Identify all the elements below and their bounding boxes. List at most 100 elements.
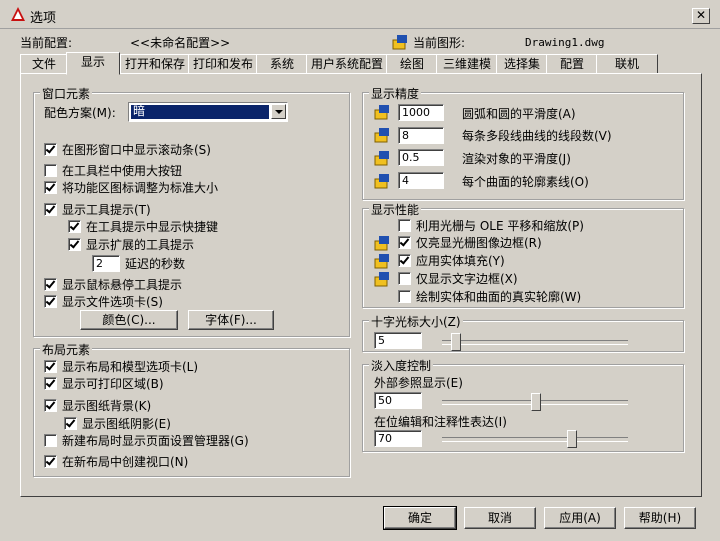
inplace-fade-slider-thumb[interactable] [566, 430, 577, 448]
window-title: 选项 [30, 11, 57, 26]
tab-system[interactable]: 系统 [256, 54, 308, 74]
checkbox-label: 利用光栅与 OLE 平移和缩放(P) [416, 218, 584, 233]
help-button[interactable]: 帮助(H) [624, 507, 696, 529]
drawing-saved-icon [374, 272, 389, 287]
checkbox-row[interactable]: 在图形窗口中显示滚动条(S) [44, 141, 211, 157]
fade-control-title: 淡入度控制 [369, 357, 434, 374]
crosshair-slider-track[interactable] [442, 340, 628, 345]
xref-fade-slider-thumb[interactable] [531, 393, 541, 411]
cancel-button[interactable]: 取消 [464, 507, 536, 529]
tab-profiles[interactable]: 配置 [546, 54, 598, 74]
current-profile-label: 当前配置: [20, 36, 73, 50]
tab-selection[interactable]: 选择集 [496, 54, 548, 74]
checkbox[interactable] [44, 433, 57, 447]
tab-plot-publish[interactable]: 打印和发布 [188, 54, 258, 74]
checkbox[interactable] [44, 398, 57, 412]
tab-display[interactable]: 显示 [66, 52, 120, 75]
ok-button[interactable]: 确定 [383, 506, 457, 530]
layout-elements-title: 布局元素 [40, 341, 93, 358]
contour-lines-input[interactable]: 4 [398, 172, 444, 189]
checkbox-row[interactable]: 仅显示文字边框(X) [398, 270, 518, 286]
checkbox-label: 显示图纸阴影(E) [82, 416, 171, 431]
current-drawing-label: 当前图形: [413, 36, 466, 50]
checkbox[interactable] [44, 359, 57, 373]
checkbox[interactable] [64, 416, 77, 430]
tab-files[interactable]: 文件 [20, 54, 68, 74]
checkbox-row[interactable]: 应用实体填充(Y) [398, 252, 505, 268]
checkbox-row[interactable]: 显示图纸阴影(E) [64, 415, 171, 431]
color-scheme-label: 配色方案(M): [44, 106, 116, 120]
checkbox-row[interactable]: 仅亮显光栅图像边框(R) [398, 234, 542, 250]
checkbox[interactable] [398, 218, 411, 232]
checkbox-row[interactable]: 在工具栏中使用大按钮 [44, 162, 182, 178]
checkbox-row[interactable]: 显示鼠标悬停工具提示 [44, 276, 182, 292]
colors-button[interactable]: 颜色(C)... [80, 310, 178, 330]
checkbox-row[interactable]: 在新布局中创建视口(N) [44, 453, 188, 469]
display-resolution-title: 显示精度 [369, 85, 422, 102]
inplace-fade-input[interactable]: 70 [374, 430, 422, 447]
checkbox-row[interactable]: 显示工具提示(T) [44, 201, 151, 217]
arc-smoothness-label: 圆弧和圆的平滑度(A) [462, 107, 576, 121]
contour-lines-label: 每个曲面的轮廓素线(O) [462, 175, 589, 189]
checkbox[interactable] [44, 142, 57, 156]
checkbox-row[interactable]: 将功能区图标调整为标准大小 [44, 179, 218, 195]
checkbox-row[interactable]: 显示可打印区域(B) [44, 375, 164, 391]
checkbox-row[interactable]: 绘制实体和曲面的真实轮廓(W) [398, 288, 581, 304]
checkbox[interactable] [398, 289, 411, 303]
tab-3d-modeling[interactable]: 三维建模 [436, 54, 498, 74]
drawing-saved-icon [374, 128, 389, 143]
color-scheme-select[interactable]: 暗 [128, 102, 288, 122]
checkbox-row[interactable]: 显示布局和模型选项卡(L) [44, 358, 198, 374]
checkbox-label: 在工具栏中使用大按钮 [62, 163, 183, 178]
inplace-fade-slider-track[interactable] [442, 437, 628, 442]
checkbox[interactable] [44, 202, 57, 216]
fonts-button[interactable]: 字体(F)... [188, 310, 274, 330]
current-profile-value: <<未命名配置>> [130, 36, 231, 50]
title-bar: 选项 ✕ [0, 0, 720, 29]
checkbox-label: 在新布局中创建视口(N) [62, 454, 189, 469]
checkbox[interactable] [398, 235, 411, 249]
render-smoothness-label: 渲染对象的平滑度(J) [462, 152, 571, 166]
tab-open-save[interactable]: 打开和保存 [120, 54, 190, 74]
checkbox[interactable] [44, 454, 57, 468]
checkbox[interactable] [398, 253, 411, 267]
polyline-segments-input[interactable]: 8 [398, 127, 444, 144]
render-smoothness-input[interactable]: 0.5 [398, 149, 444, 166]
tab-user-preferences[interactable]: 用户系统配置 [306, 54, 388, 74]
checkbox[interactable] [68, 219, 81, 233]
checkbox[interactable] [68, 237, 81, 251]
checkbox-label: 在图形窗口中显示滚动条(S) [62, 142, 211, 157]
crosshair-slider-thumb[interactable] [450, 333, 461, 351]
tooltip-delay-input[interactable]: 2 [92, 255, 120, 272]
checkbox-row[interactable]: 在工具提示中显示快捷键 [68, 218, 218, 234]
checkbox[interactable] [398, 271, 411, 285]
checkbox-row[interactable]: 显示文件选项卡(S) [44, 293, 163, 309]
checkbox[interactable] [44, 376, 57, 390]
chevron-down-icon[interactable] [271, 104, 286, 119]
tab-online[interactable]: 联机 [596, 54, 658, 74]
checkbox-label: 显示图纸背景(K) [62, 398, 152, 413]
drawing-saved-icon [374, 236, 389, 251]
close-button[interactable]: ✕ [692, 8, 710, 24]
checkbox[interactable] [44, 277, 57, 291]
window-elements-title: 窗口元素 [40, 85, 93, 102]
checkbox-label: 显示工具提示(T) [62, 202, 151, 217]
checkbox-row[interactable]: 新建布局时显示页面设置管理器(G) [44, 432, 249, 448]
arc-smoothness-input[interactable]: 1000 [398, 104, 444, 121]
checkbox-label: 显示扩展的工具提示 [86, 237, 195, 252]
color-scheme-value: 暗 [131, 105, 269, 119]
checkbox-row[interactable]: 显示扩展的工具提示 [68, 236, 194, 252]
checkbox-label: 仅亮显光栅图像边框(R) [416, 235, 542, 250]
crosshair-size-input[interactable]: 5 [374, 332, 422, 349]
drawing-saved-icon [374, 105, 389, 120]
checkbox[interactable] [44, 294, 57, 308]
checkbox[interactable] [44, 180, 57, 194]
xref-fade-label: 外部参照显示(E) [374, 376, 463, 390]
tab-drafting[interactable]: 绘图 [386, 54, 438, 74]
checkbox[interactable] [44, 163, 57, 177]
checkbox-row[interactable]: 显示图纸背景(K) [44, 397, 151, 413]
apply-button[interactable]: 应用(A) [544, 507, 616, 529]
inplace-fade-label: 在位编辑和注释性表达(I) [374, 415, 507, 429]
xref-fade-input[interactable]: 50 [374, 392, 422, 409]
checkbox-row[interactable]: 利用光栅与 OLE 平移和缩放(P) [398, 217, 584, 233]
